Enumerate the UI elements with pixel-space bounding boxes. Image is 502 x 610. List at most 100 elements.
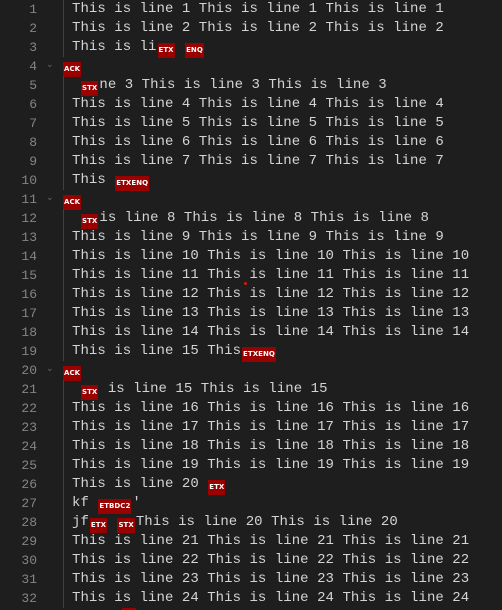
line-text[interactable]: This ETXENQ [72,171,150,191]
control-char-badge: STX [81,214,99,229]
editor-line[interactable]: 19 This is line 15 This ETXENQ [0,342,502,362]
line-text[interactable]: This is line 6 This is line 6 This is li… [72,133,444,152]
line-text[interactable]: This is line 4 This is line 4 This is li… [72,95,444,114]
editor-line[interactable]: 22 This is line 16 This is line 16 This i… [0,399,502,418]
editor-line[interactable]: 17 This is line 13 This is line 13 This i… [0,304,502,323]
editor-line[interactable]: 31 This is line 23 This is line 23 This i… [0,570,502,589]
text-segment: This is line 1 This is line 1 This is li… [72,1,444,17]
line-text[interactable]: STX is line 8 This is line 8 This is line… [80,209,429,229]
line-number: 16 [21,287,37,302]
editor-line[interactable]: 15 This is line 11 This is line 11 This i… [0,266,502,285]
text-segment: is line 8 This is line 8 This is line 8 [99,210,429,226]
line-text[interactable]: This is line 11 This is line 11 This is … [72,266,469,285]
control-char-badge: ETBDC2 [98,499,132,514]
editor-line[interactable]: 26 This is line 20 ETX [0,475,502,495]
line-text[interactable]: ACK [62,361,82,381]
line-number: 18 [21,325,37,340]
editor-line[interactable]: 13 This is line 9 This is line 9 This is … [0,228,502,247]
editor-line[interactable]: 4 ⌄ ACK [0,57,502,77]
control-char-badge: ETX [208,480,226,495]
line-text[interactable]: This is line 15 This ETXENQ [72,342,277,362]
indent-guide [63,494,64,513]
indent-guide [63,304,64,323]
line-number: 13 [21,230,37,245]
editor-line[interactable]: 27 kf ETBDC2 ' [0,494,502,514]
line-number: 6 [29,97,37,112]
editor-line[interactable]: 11 ⌄ ACK [0,190,502,210]
control-char-badge: ACK [63,366,82,381]
line-text[interactable]: ACK [62,57,82,77]
control-char-badge: ETX [89,518,108,533]
line-text[interactable]: jf ETX STX This is line 20 This is line 20 [72,513,398,533]
editor-line[interactable]: 6 This is line 4 This is line 4 This is l… [0,95,502,114]
indent-guide [63,209,64,228]
indent-guide [63,76,64,95]
line-number: 32 [21,591,37,606]
line-number: 25 [21,458,37,473]
editor-line[interactable]: 9 This is line 7 This is line 7 This is l… [0,152,502,171]
editor-line[interactable]: 14 This is line 10 This is line 10 This i… [0,247,502,266]
editor-line[interactable]: 24 This is line 18 This is line 18 This i… [0,437,502,456]
editor-line[interactable]: 18 This is line 14 This is line 14 This i… [0,323,502,342]
line-text[interactable]: This is line 10 This is line 10 This is … [72,247,469,266]
line-number: 31 [21,572,37,587]
line-text[interactable]: This is line 7 This is line 7 This is li… [72,152,444,171]
line-text[interactable]: This is line 1 This is line 1 This is li… [72,0,444,19]
line-number: 3 [29,40,37,55]
editor-line[interactable]: 20 ⌄ ACK [0,361,502,381]
editor-line[interactable]: 25 This is line 19 This is line 19 This i… [0,456,502,475]
control-char-badge: ACK [63,62,82,77]
text-segment: jf [72,514,89,530]
line-text[interactable]: This is line 13 This is line 13 This is … [72,304,469,323]
line-text[interactable]: This is line 23 This is line 23 This is … [72,570,469,589]
code-editor[interactable]: 1 This is line 1 This is line 1 This is l… [0,0,502,610]
editor-line[interactable]: 8 This is line 6 This is line 6 This is l… [0,133,502,152]
line-text[interactable]: STX ne 3 This is line 3 This is line 3 [80,76,387,96]
line-text[interactable]: This is line 14 This is line 14 This is … [72,323,469,342]
line-text[interactable]: This is line 18 This is line 18 This is … [72,437,469,456]
line-text[interactable]: This is line 2 This is line 2 This is li… [72,19,444,38]
line-text[interactable]: kf ETBDC2 ' [72,494,141,514]
editor-line[interactable]: 2 This is line 2 This is line 2 This is l… [0,19,502,38]
editor-line[interactable]: 7 This is line 5 This is line 5 This is l… [0,114,502,133]
line-number: 21 [21,382,37,397]
line-text[interactable]: This is line 22 This is line 22 This is … [72,551,469,570]
line-text[interactable]: This is line 24 This is line 24 This is … [72,589,469,608]
control-char-badge: ETX [157,43,175,58]
editor-line[interactable]: 3 This is li ETX ENQ [0,38,502,58]
editor-line[interactable]: 16 This is line 12 This is line 12 This i… [0,285,502,304]
editor-line[interactable]: 30 This is line 22 This is line 22 This i… [0,551,502,570]
line-text[interactable]: This is li ETX ENQ [72,38,205,58]
editor-line[interactable]: 5 STX ne 3 This is line 3 This is line 3 [0,76,502,96]
editor-line[interactable]: 1 This is line 1 This is line 1 This is l… [0,0,502,19]
line-text[interactable]: This is line 12 This is line 12 This is … [72,285,469,304]
line-text[interactable]: This is line 19 This is line 19 This is … [72,456,469,475]
editor-line[interactable]: 32 This is line 24 This is line 24 This i… [0,589,502,608]
indent-guide [63,171,64,190]
editor-line[interactable]: 12 STX is line 8 This is line 8 This is li… [0,209,502,229]
text-segment: This is line 23 This is line 23 This is … [72,571,470,587]
line-text[interactable]: This is line 20 ETX [72,475,226,495]
chevron-down-icon[interactable]: ⌄ [46,364,54,374]
indent-guide [63,437,64,456]
line-number: 22 [21,401,37,416]
line-text[interactable]: This is line 5 This is line 5 This is li… [72,114,444,133]
control-char-badge: STX [117,518,135,533]
editor-line[interactable]: 21 STX is line 15 This is line 15 [0,380,502,400]
line-text[interactable]: STX is line 15 This is line 15 [80,380,328,400]
indent-guide [63,285,64,304]
text-segment: This is line 22 This is line 22 This is … [72,552,470,568]
text-segment: This is line 19 This is line 19 This is … [72,457,470,473]
line-text[interactable]: This is line 21 This is line 21 This is … [72,532,469,551]
editor-line[interactable]: 29 This is line 21 This is line 21 This i… [0,532,502,551]
chevron-down-icon[interactable]: ⌄ [46,193,54,203]
line-text[interactable]: This is line 16 This is line 16 This is … [72,399,469,418]
editor-line[interactable]: 28 jf ETX STX This is line 20 This is line … [0,513,502,533]
line-text[interactable]: This is line 9 This is line 9 This is li… [72,228,444,247]
line-text[interactable]: ACK [62,190,82,210]
editor-line[interactable]: 23 This is line 17 This is line 17 This i… [0,418,502,437]
line-text[interactable]: This is line 17 This is line 17 This is … [72,418,469,437]
editor-line[interactable]: 10 This ETXENQ [0,171,502,191]
indent-guide [63,570,64,589]
chevron-down-icon[interactable]: ⌄ [46,60,54,70]
